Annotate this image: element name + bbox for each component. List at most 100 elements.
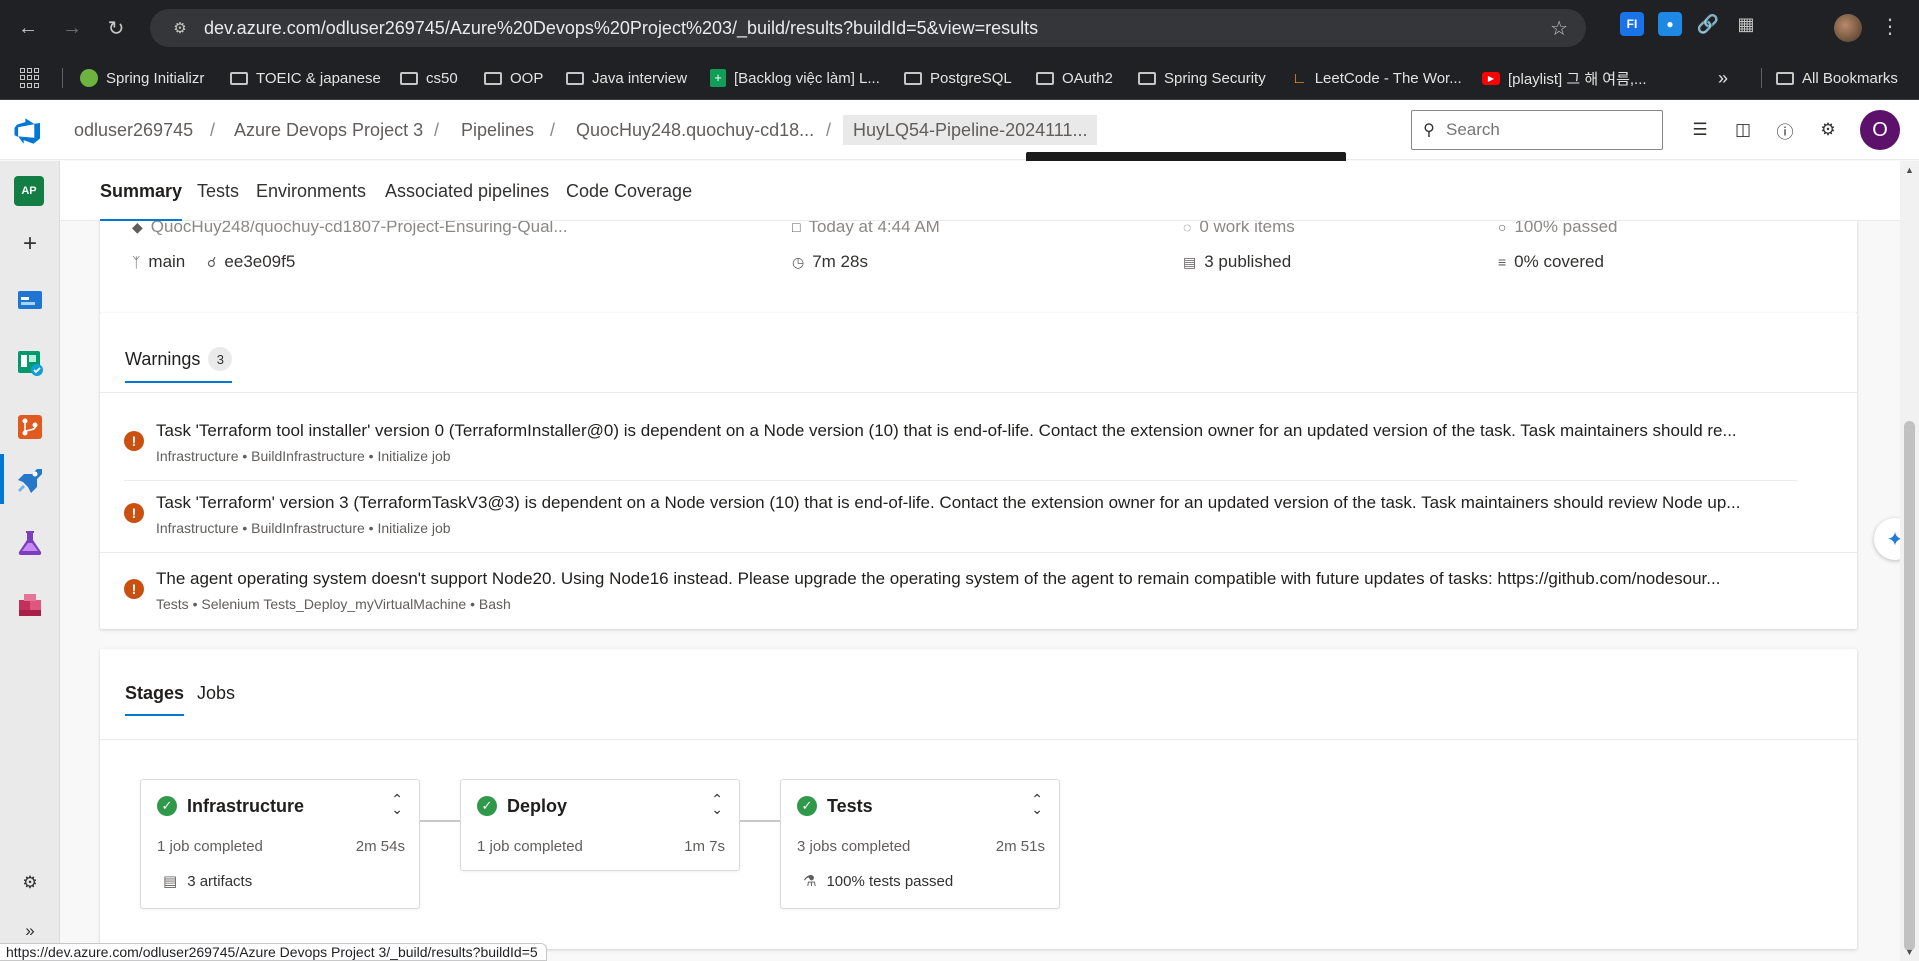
breadcrumb-pipeline-definition[interactable]: QuocHuy248.quochuy-cd18... xyxy=(576,100,814,160)
artifacts-icon[interactable] xyxy=(14,589,46,621)
bookmark-star-icon[interactable]: ☆ xyxy=(1550,16,1568,41)
code-coverage-link[interactable]: ≡ 0% covered xyxy=(1498,252,1604,272)
azure-devops-logo-icon[interactable] xyxy=(14,117,42,145)
bookmark-leetcode[interactable]: ∟ LeetCode - The Wor... xyxy=(1292,56,1462,100)
breadcrumb-separator: / xyxy=(826,119,832,140)
divider xyxy=(100,552,1857,553)
all-bookmarks[interactable]: All Bookmarks xyxy=(1776,56,1898,100)
folder-icon xyxy=(484,71,502,85)
warning-message: Task 'Terraform' version 3 (TerraformTas… xyxy=(156,493,1741,512)
browser-profile-avatar[interactable] xyxy=(1834,14,1862,42)
youtube-icon: ▶ xyxy=(1482,71,1500,85)
add-icon[interactable]: + xyxy=(14,228,46,260)
bookmark-postgresql[interactable]: PostgreSQL xyxy=(904,56,1012,100)
calendar-icon: □ xyxy=(792,221,801,235)
warning-row[interactable]: ! Task 'Terraform tool installer' versio… xyxy=(100,413,1857,485)
work-items-link[interactable]: ◌ 0 work items xyxy=(1183,221,1295,237)
user-avatar[interactable]: O xyxy=(1860,110,1900,150)
breadcrumb-project[interactable]: Azure Devops Project 3 xyxy=(234,100,423,160)
browser-menu-icon[interactable]: ⋮ xyxy=(1880,14,1900,39)
bookmark-spring-initializr[interactable]: Spring Initializr xyxy=(80,56,204,100)
page-scrollbar[interactable]: ▲ ▼ xyxy=(1900,161,1919,961)
scroll-up-arrow-icon[interactable]: ▲ xyxy=(1905,165,1914,175)
scroll-down-arrow-icon[interactable]: ▼ xyxy=(1905,947,1914,957)
marketplace-bag-icon[interactable]: ◫ xyxy=(1731,118,1755,142)
bookmark-java-interview[interactable]: Java interview xyxy=(566,56,687,100)
run-summary-content: ◆ QuocHuy248/quochuy-cd1807-Project-Ensu… xyxy=(60,221,1900,961)
bookmarks-overflow-chevron-icon[interactable]: » xyxy=(1718,56,1728,100)
user-settings-icon[interactable]: ⚙ xyxy=(1816,118,1840,142)
scrollbar-thumb[interactable] xyxy=(1904,421,1915,951)
warnings-card: Warnings 3 ! Task 'Terraform tool instal… xyxy=(100,313,1857,629)
left-navigation: AP + ⚙ » xyxy=(0,161,60,961)
pipelines-icon[interactable] xyxy=(14,463,46,495)
bookmark-oop[interactable]: OOP xyxy=(484,56,543,100)
stages-card: Stages Jobs ✓ Infrastructure ⌃ ⌄ 1 job co… xyxy=(100,649,1857,949)
extension-drop-icon[interactable]: ● xyxy=(1658,12,1682,36)
boards-icon[interactable] xyxy=(14,347,46,379)
back-icon[interactable]: ← xyxy=(8,8,48,48)
warning-row[interactable]: ! The agent operating system doesn't sup… xyxy=(100,561,1857,633)
project-settings-icon[interactable]: ⚙ xyxy=(14,867,46,899)
bookmark-spring-security[interactable]: Spring Security xyxy=(1138,56,1266,100)
apps-grid-icon[interactable] xyxy=(20,68,40,88)
bookmark-toeic[interactable]: TOEIC & japanese xyxy=(230,56,381,100)
jobs-tab[interactable]: Jobs xyxy=(197,683,235,704)
search-box[interactable]: ⚲ xyxy=(1411,110,1663,150)
stage-tests-passed-link[interactable]: ⚗ 100% tests passed xyxy=(803,872,953,891)
task-list-icon[interactable]: ☰ xyxy=(1688,118,1712,142)
tab-tests[interactable]: Tests xyxy=(197,161,239,221)
expand-collapse-icon[interactable]: ⌃ ⌄ xyxy=(1031,792,1043,816)
artifacts-published-link[interactable]: ▤ 3 published xyxy=(1183,252,1291,272)
warnings-tab[interactable]: Warnings 3 xyxy=(125,347,233,383)
search-input[interactable] xyxy=(1446,120,1646,140)
commit-link[interactable]: ☌ ee3e09f5 xyxy=(207,252,295,272)
site-info-icon[interactable]: ⚙ xyxy=(162,19,198,37)
expand-collapse-icon[interactable]: ⌃ ⌄ xyxy=(391,792,403,816)
stage-artifacts-link[interactable]: ▤ 3 artifacts xyxy=(163,872,252,891)
tab-summary[interactable]: Summary xyxy=(100,161,183,221)
overview-icon[interactable] xyxy=(14,283,46,315)
bookmark-playlist[interactable]: ▶ [playlist] 그 해 여름,... xyxy=(1482,56,1647,100)
bookmark-backlog[interactable]: + [Backlog việc làm] L... xyxy=(710,56,880,100)
stage-deploy[interactable]: ✓ Deploy ⌃ ⌄ 1 job completed 1m 7s xyxy=(460,779,740,871)
stages-tab[interactable]: Stages xyxy=(125,683,185,716)
folder-icon xyxy=(230,71,248,85)
repository-link[interactable]: ◆ QuocHuy248/quochuy-cd1807-Project-Ensu… xyxy=(132,221,568,237)
expand-collapse-icon[interactable]: ⌃ ⌄ xyxy=(711,792,723,816)
artifact-icon: ▤ xyxy=(163,873,178,890)
forward-icon[interactable]: → xyxy=(52,8,92,48)
tab-associated-pipelines[interactable]: Associated pipelines xyxy=(385,161,549,221)
breadcrumb-organization[interactable]: odluser269745 xyxy=(74,100,193,160)
breadcrumb-pipelines[interactable]: Pipelines xyxy=(461,100,534,160)
pipelines-selected-indicator xyxy=(0,454,4,504)
help-icon[interactable]: ⓘ xyxy=(1773,118,1797,142)
folder-icon xyxy=(566,71,584,85)
extensions-puzzle-icon[interactable]: ▦ xyxy=(1734,12,1758,36)
bookmark-cs50[interactable]: cs50 xyxy=(400,56,458,100)
tab-environments[interactable]: Environments xyxy=(256,161,366,221)
branch-link[interactable]: ᛉ main xyxy=(132,252,185,272)
extension-icon[interactable]: FI xyxy=(1620,12,1644,36)
repos-icon[interactable] xyxy=(14,411,46,443)
link-extension-icon[interactable]: 🔗 xyxy=(1696,12,1720,36)
stage-name: Deploy xyxy=(507,796,568,816)
breadcrumb-separator: / xyxy=(434,119,440,140)
tests-passed-summary[interactable]: ○ 100% passed xyxy=(1498,221,1618,237)
stage-connector xyxy=(740,820,782,822)
address-bar[interactable]: ⚙ dev.azure.com/odluser269745/Azure%20De… xyxy=(150,9,1586,47)
test-plans-icon[interactable] xyxy=(14,527,46,559)
test-icon: ○ xyxy=(1498,221,1507,235)
tab-code-coverage[interactable]: Code Coverage xyxy=(566,161,692,221)
bookmark-oauth2[interactable]: OAuth2 xyxy=(1036,56,1113,100)
url-text[interactable]: dev.azure.com/odluser269745/Azure%20Devo… xyxy=(204,18,1038,39)
reload-icon[interactable]: ↻ xyxy=(96,8,136,48)
breadcrumb-current-run[interactable]: HuyLQ54-Pipeline-2024111... xyxy=(843,115,1098,145)
bookmarks-separator xyxy=(62,68,63,88)
project-badge[interactable]: AP xyxy=(14,176,44,206)
stage-tests[interactable]: ✓ Tests ⌃ ⌄ 3 jobs completed 2m 51s ⚗ 100… xyxy=(780,779,1060,909)
stage-duration: 2m 54s xyxy=(355,838,405,855)
stage-infrastructure[interactable]: ✓ Infrastructure ⌃ ⌄ 1 job completed 2m 5… xyxy=(140,779,420,909)
warnings-count-badge: 3 xyxy=(208,347,233,371)
warning-row[interactable]: ! Task 'Terraform' version 3 (TerraformT… xyxy=(100,485,1857,557)
